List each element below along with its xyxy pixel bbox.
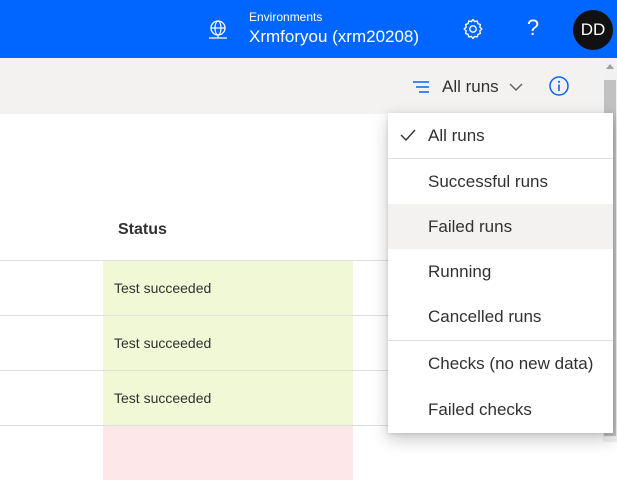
menu-item-failed-runs[interactable]: Failed runs bbox=[388, 204, 613, 249]
environment-label: Environments bbox=[249, 10, 323, 24]
menu-item-label: Running bbox=[428, 262, 492, 281]
help-icon[interactable]: ? bbox=[521, 13, 545, 43]
menu-item-failed-checks[interactable]: Failed checks bbox=[388, 387, 613, 432]
menu-item-label: Successful runs bbox=[428, 172, 548, 191]
top-bar: Environments Xrmforyou (xrm20208) ? DD bbox=[0, 0, 617, 58]
avatar[interactable]: DD bbox=[573, 10, 613, 50]
environment-name[interactable]: Xrmforyou (xrm20208) bbox=[249, 26, 419, 48]
menu-item-label: Failed runs bbox=[428, 217, 513, 236]
menu-item-cancelled-runs[interactable]: Cancelled runs bbox=[388, 294, 613, 339]
menu-item-label: Failed checks bbox=[428, 400, 532, 419]
status-cell: Test succeeded bbox=[103, 316, 353, 370]
run-filter-menu: All runs Successful runs Failed runs Run… bbox=[388, 113, 613, 433]
menu-item-label: All runs bbox=[428, 126, 485, 145]
menu-item-all-runs[interactable]: All runs bbox=[388, 113, 613, 158]
scroll-up-icon[interactable] bbox=[606, 64, 614, 69]
menu-item-checks-no-new-data[interactable]: Checks (no new data) bbox=[388, 341, 613, 386]
filter-lines-icon bbox=[413, 81, 429, 93]
menu-item-label: Cancelled runs bbox=[428, 307, 542, 326]
chevron-down-icon bbox=[509, 83, 523, 91]
menu-item-running[interactable]: Running bbox=[388, 249, 613, 294]
menu-item-successful-runs[interactable]: Successful runs bbox=[388, 159, 613, 204]
status-column-header[interactable]: Status bbox=[118, 221, 167, 239]
run-filter-button[interactable]: All runs bbox=[412, 72, 532, 102]
status-cell bbox=[103, 426, 353, 480]
globe-icon[interactable] bbox=[207, 19, 229, 41]
checkmark-icon bbox=[400, 129, 416, 142]
run-filter-label: All runs bbox=[442, 77, 499, 96]
status-cell: Test succeeded bbox=[103, 371, 353, 425]
gear-icon[interactable] bbox=[461, 17, 485, 41]
menu-item-label: Checks (no new data) bbox=[428, 354, 594, 373]
info-icon[interactable] bbox=[548, 75, 570, 97]
status-cell: Test succeeded bbox=[103, 261, 353, 315]
